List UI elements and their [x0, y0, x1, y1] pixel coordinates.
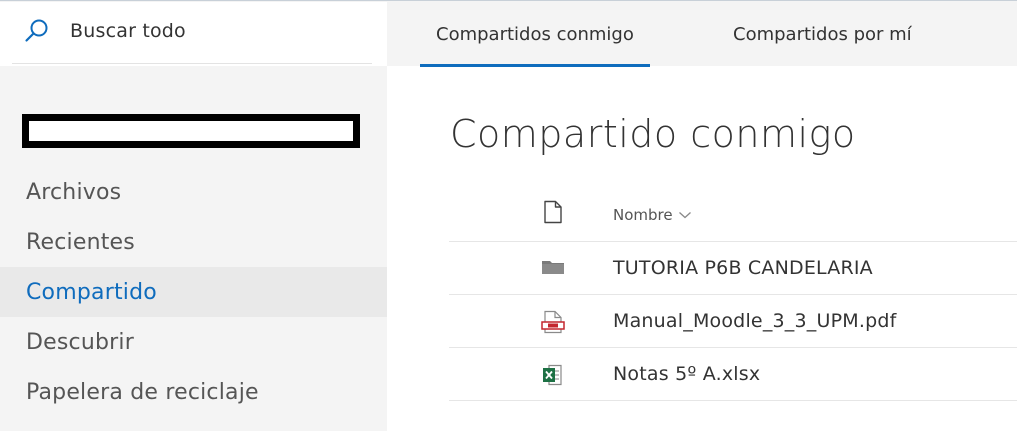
sidebar-nav: Archivos Recientes Compartido Descubrir …: [0, 167, 387, 417]
tab-label: Compartidos por mí: [733, 23, 912, 45]
list-item[interactable]: Notas 5º A.xlsx: [449, 349, 1017, 401]
search-box[interactable]: Buscar todo: [0, 2, 387, 66]
sidebar-item-descubrir[interactable]: Descubrir: [0, 317, 387, 367]
chevron-down-icon: [678, 212, 691, 219]
left-sidebar: Buscar todo Archivos Recientes Compartid…: [0, 0, 387, 431]
tab-compartidos-conmigo[interactable]: Compartidos conmigo: [420, 1, 650, 67]
file-name: Notas 5º A.xlsx: [613, 363, 761, 385]
folder-icon: [542, 261, 564, 274]
column-header-nombre[interactable]: Nombre: [613, 206, 692, 224]
sidebar-item-archivos[interactable]: Archivos: [0, 167, 387, 217]
redacted-account-name: [22, 114, 360, 148]
list-item[interactable]: TUTORIA P6B CANDELARIA: [449, 243, 1017, 295]
pdf-file-icon: [541, 310, 565, 334]
onedrive-shared-page: Buscar todo Archivos Recientes Compartid…: [0, 0, 1017, 431]
column-label: Nombre: [613, 206, 673, 224]
file-type-icon[interactable]: [543, 200, 563, 224]
search-divider: [12, 63, 372, 64]
file-name: TUTORIA P6B CANDELARIA: [613, 257, 873, 279]
list-header: Nombre: [449, 190, 1017, 242]
tab-bar: Compartidos conmigo Compartidos por mí: [387, 0, 1017, 67]
sidebar-item-recientes[interactable]: Recientes: [0, 217, 387, 267]
file-name: Manual_Moodle_3_3_UPM.pdf: [613, 310, 897, 332]
list-item[interactable]: Manual_Moodle_3_3_UPM.pdf: [449, 296, 1017, 348]
excel-file-icon: [543, 364, 562, 386]
search-icon: [25, 19, 48, 42]
tab-compartidos-por-mi[interactable]: Compartidos por mí: [733, 1, 912, 67]
sidebar-item-compartido[interactable]: Compartido: [0, 267, 387, 317]
tab-label: Compartidos conmigo: [436, 23, 634, 45]
search-placeholder: Buscar todo: [70, 20, 186, 42]
page-title: Compartido conmigo: [450, 112, 856, 156]
main-content: Compartidos conmigo Compartidos por mí C…: [387, 0, 1017, 431]
sidebar-item-papelera[interactable]: Papelera de reciclaje: [0, 367, 387, 417]
